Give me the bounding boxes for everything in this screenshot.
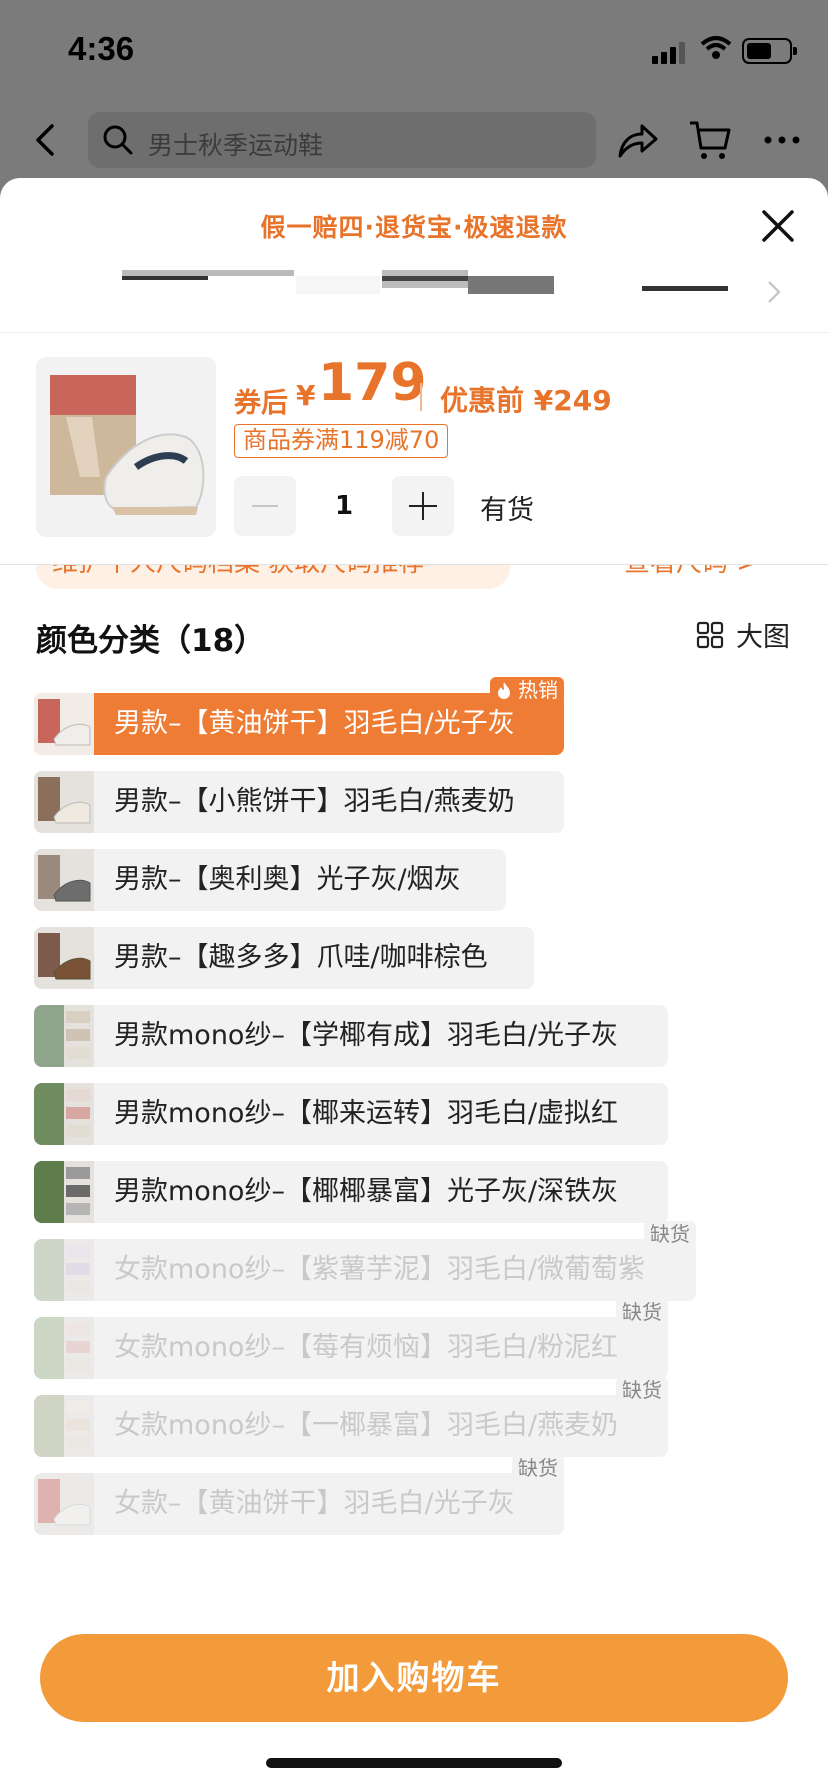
price-after-label: 券后 [234,388,288,419]
out-of-stock-badge: 缺货 [644,1221,696,1247]
options-scroll[interactable]: 维护个人尺码档案 获取尺码推荐 查看尺码 > 颜色分类（18） 大图 男款–【黄… [0,545,828,1792]
tab-blurred-4[interactable] [468,276,554,294]
tab-blurred-1b [122,270,294,276]
currency-symbol: ¥ [296,379,316,412]
status-bar: 4:36 [0,0,828,100]
chevron-right-icon[interactable] [764,278,784,306]
color-option[interactable]: 男款–【奥利奥】光子灰/烟灰 [34,849,506,911]
option-label: 男款mono纱–【椰椰暴富】光子灰/深铁灰 [114,1176,619,1207]
price-before: 优惠前 ¥249 [440,384,612,417]
quantity-increase-button[interactable] [392,476,454,536]
quantity-decrease-button[interactable] [234,476,296,536]
option-thumbnail [34,1395,94,1457]
product-summary: 券后 ¥ 179 优惠前 ¥249 商品券满119减70 1 有货 [0,333,828,565]
color-option[interactable]: 男款mono纱–【椰椰暴富】光子灰/深铁灰 [34,1161,668,1223]
share-icon[interactable] [616,118,660,162]
color-option[interactable]: 女款mono纱–【一椰暴富】羽毛白/燕麦奶 缺货 [34,1377,668,1457]
flame-icon [497,682,510,699]
color-option[interactable]: 男款–【黄油饼干】羽毛白/光子灰 热销 [34,677,564,755]
price-after-value: 179 [318,353,427,413]
top-nav: 男士秋季运动鞋 [0,108,828,172]
option-thumbnail [34,927,94,989]
option-thumbnail [34,1005,94,1067]
product-thumbnail[interactable] [36,357,216,537]
option-thumbnail [34,1083,94,1145]
search-icon [103,125,133,155]
option-thumbnail [34,1239,94,1301]
close-icon[interactable] [756,204,800,248]
status-time: 4:36 [68,30,135,67]
option-thumbnail [34,1473,94,1535]
option-label: 男款mono纱–【学椰有成】羽毛白/光子灰 [114,1020,619,1051]
color-option[interactable]: 女款mono纱–【莓有烦恼】羽毛白/粉泥红 缺货 [34,1299,668,1379]
option-label: 女款–【黄油饼干】羽毛白/光子灰 [114,1488,515,1519]
option-label: 男款–【黄油饼干】羽毛白/光子灰 [114,708,515,739]
hot-badge: 热销 [489,677,564,703]
bottom-fade [0,1745,828,1792]
quantity-value[interactable]: 1 [296,476,392,536]
spec-tabs[interactable] [0,270,828,330]
option-thumbnail [34,849,94,911]
color-option[interactable]: 男款mono纱–【椰来运转】羽毛白/虚拟红 [34,1083,668,1145]
tab-blurred-3b [382,276,468,281]
stock-status: 有货 [480,495,534,526]
option-label: 男款–【奥利奥】光子灰/烟灰 [114,864,461,895]
option-label: 女款mono纱–【紫薯芋泥】羽毛白/微葡萄紫 [114,1254,646,1285]
cart-icon[interactable] [688,118,732,162]
cellular-signal-icon [652,40,688,64]
color-option[interactable]: 男款–【小熊饼干】羽毛白/燕麦奶 [34,771,564,833]
wifi-icon [700,36,732,59]
option-thumbnail [34,1317,94,1379]
service-promo: 假一赔四·退货宝·极速退款 [260,213,568,242]
add-to-cart-button[interactable]: 加入购物车 [40,1634,788,1722]
option-thumbnail [34,771,94,833]
tab-blurred-5[interactable] [642,286,728,291]
option-label: 男款–【趣多多】爪哇/咖啡棕色 [114,942,488,973]
shoe-image [50,375,205,515]
search-input[interactable]: 男士秋季运动鞋 [88,112,596,168]
option-thumbnail [34,1161,94,1223]
option-thumbnail [34,693,94,755]
option-label: 男款–【小熊饼干】羽毛白/燕麦奶 [114,786,515,817]
color-section-title: 颜色分类（18） [36,623,266,659]
grid-icon [696,621,724,649]
more-icon[interactable] [760,118,804,162]
sku-sheet: 假一赔四·退货宝·极速退款 券后 ¥ 179 优惠前 ¥249 商品券满119减… [0,178,828,1792]
battery-icon [742,38,797,64]
back-arrow-icon[interactable] [30,122,62,158]
home-indicator [266,1758,562,1768]
color-option[interactable]: 男款mono纱–【学椰有成】羽毛白/光子灰 [34,1005,668,1067]
out-of-stock-badge: 缺货 [512,1455,564,1481]
out-of-stock-badge: 缺货 [616,1299,668,1325]
coupon-tag: 商品券满119减70 [234,424,449,458]
price-divider [420,383,422,411]
color-option[interactable]: 男款–【趣多多】爪哇/咖啡棕色 [34,927,534,989]
color-option[interactable]: 女款mono纱–【紫薯芋泥】羽毛白/微葡萄紫 缺货 [34,1221,696,1301]
hot-badge-text: 热销 [518,678,558,702]
out-of-stock-badge: 缺货 [616,1377,668,1403]
tab-blurred-2[interactable] [296,276,380,294]
option-label: 女款mono纱–【莓有烦恼】羽毛白/粉泥红 [114,1332,619,1363]
color-option[interactable]: 女款–【黄油饼干】羽毛白/光子灰 缺货 [34,1455,564,1535]
search-placeholder: 男士秋季运动鞋 [148,131,324,160]
big-view-label: 大图 [736,622,790,653]
option-label: 男款mono纱–【椰来运转】羽毛白/虚拟红 [114,1098,619,1129]
option-label: 女款mono纱–【一椰暴富】羽毛白/燕麦奶 [114,1410,619,1441]
screen: 4:36 男士秋季运动鞋 假一赔四·退货宝·极速退款 券后 ¥ 179 优惠前 … [0,0,828,1792]
